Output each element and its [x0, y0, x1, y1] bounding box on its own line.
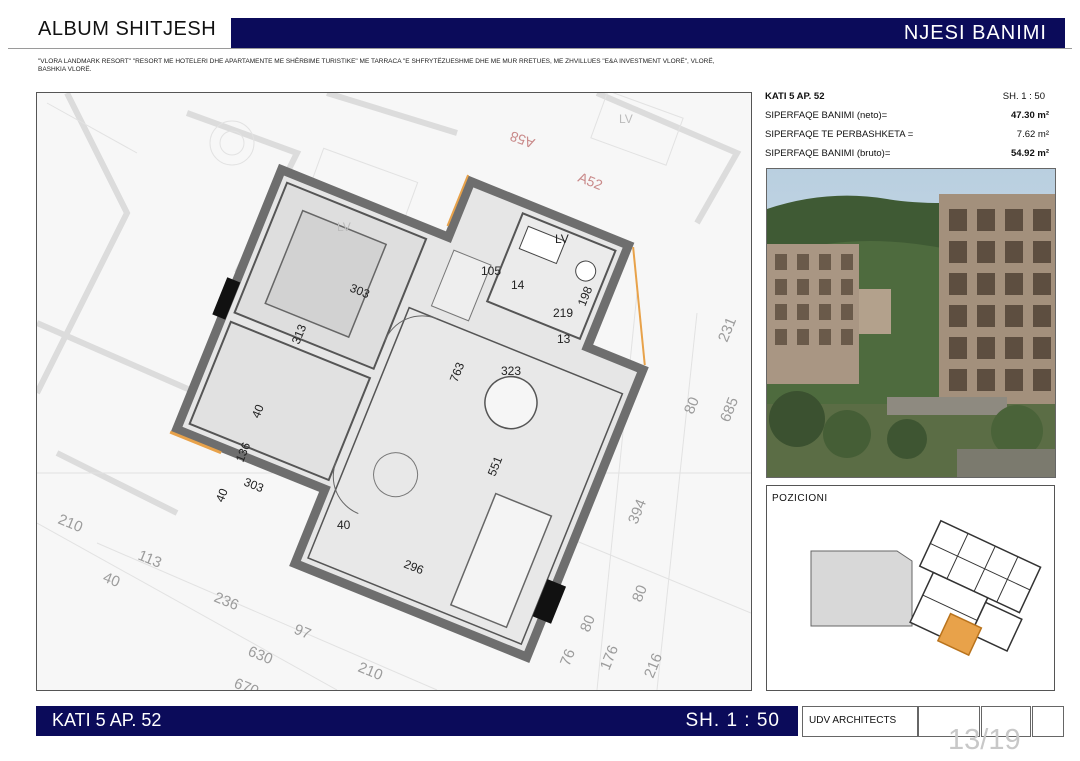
gross-area-label: SIPERFAQE BANIMI (bruto)=	[765, 148, 891, 159]
album-title: ALBUM SHITJESH	[38, 18, 217, 40]
info-row: SIPERFAQE BANIMI (bruto)= 54.92 m²	[765, 147, 1055, 166]
floor-plan-drawing: 303 313 105 14 219 198 13 763 323 40 136…	[37, 93, 751, 690]
area-info: KATI 5 AP. 52 SH. 1 : 50 SIPERFAQE BANIM…	[765, 90, 1055, 166]
footer-unit: KATI 5 AP. 52	[52, 710, 162, 730]
floor-plan: 303 313 105 14 219 198 13 763 323 40 136…	[36, 92, 752, 691]
net-area-label: SIPERFAQE BANIMI (neto)=	[765, 110, 888, 121]
dim-label: 323	[501, 364, 521, 378]
dim-label: 40	[213, 486, 231, 504]
bg-dim-label: 113	[136, 547, 165, 572]
dim-label: 303	[242, 475, 266, 496]
architect-name: UDV ARCHITECTS	[809, 715, 897, 726]
banner-text: NJESI BANIMI	[903, 22, 1047, 44]
bg-dim-label: 40	[101, 569, 123, 591]
building-footprint	[909, 519, 1042, 657]
dim-label: 40	[337, 518, 351, 532]
unit-label: KATI 5 AP. 52	[765, 91, 825, 102]
dim-label: 219	[553, 306, 573, 320]
footer-scale: SH. 1 : 50	[685, 710, 780, 731]
gross-area-value: 54.92 m²	[1010, 148, 1049, 159]
header-banner: NJESI BANIMI	[231, 18, 1065, 49]
site-key-plan	[810, 519, 1042, 657]
common-area-label: SIPERFAQE TE PERBASHKETA =	[765, 129, 914, 140]
architect-cell: UDV ARCHITECTS	[802, 706, 918, 737]
bg-dim-label: 176	[597, 643, 622, 673]
page-number: 13/19	[948, 724, 1021, 756]
bg-dim-label: 685	[717, 395, 742, 425]
bg-dim-label: 216	[641, 651, 666, 681]
bg-dim-label: 80	[629, 583, 651, 605]
scale-label: SH. 1 : 50	[1002, 91, 1045, 102]
dim-label: 14	[511, 278, 525, 292]
dim-label: 13	[557, 332, 571, 346]
room-tag-lv: LV	[337, 220, 351, 234]
position-box: POZICIONI	[766, 485, 1055, 691]
net-area-value: 47.30 m²	[1010, 110, 1049, 121]
bg-dim-label: 97	[292, 621, 314, 643]
bg-dim-label: 231	[715, 315, 740, 345]
stair-label: A58	[508, 128, 537, 152]
dim-label: 105	[481, 264, 501, 278]
common-area-value: 7.62 m²	[1016, 129, 1049, 140]
info-row: SIPERFAQE TE PERBASHKETA = 7.62 m²	[765, 128, 1055, 147]
info-row: SIPERFAQE BANIMI (neto)= 47.30 m²	[765, 109, 1055, 128]
bg-dim-label: 630	[246, 643, 276, 668]
bg-dim-label: 236	[212, 589, 242, 614]
info-unit-row: KATI 5 AP. 52 SH. 1 : 50	[765, 90, 1055, 109]
bg-dim-label: 210	[56, 511, 86, 536]
room-tag-lv: LV	[619, 112, 633, 126]
project-description: "VLORA LANDMARK RESORT" "RESORT ME HOTEL…	[38, 58, 715, 73]
stair-label: A52	[576, 169, 605, 193]
header-divider	[8, 48, 1072, 49]
bg-dim-label: 210	[356, 659, 386, 684]
building-render	[766, 168, 1056, 478]
bg-dim-label: 394	[625, 497, 650, 527]
bg-dim-label: 80	[681, 395, 703, 417]
bg-dim-label: 670	[232, 675, 262, 690]
room-tag-lv: LV	[555, 232, 569, 246]
apartment-52	[169, 163, 649, 663]
render-image	[767, 169, 1055, 477]
footer-cell	[1032, 706, 1064, 737]
bg-dim-label: 76	[557, 647, 579, 669]
footer-bar: KATI 5 AP. 52 SH. 1 : 50	[36, 706, 798, 736]
bg-dim-label: 80	[577, 613, 599, 635]
